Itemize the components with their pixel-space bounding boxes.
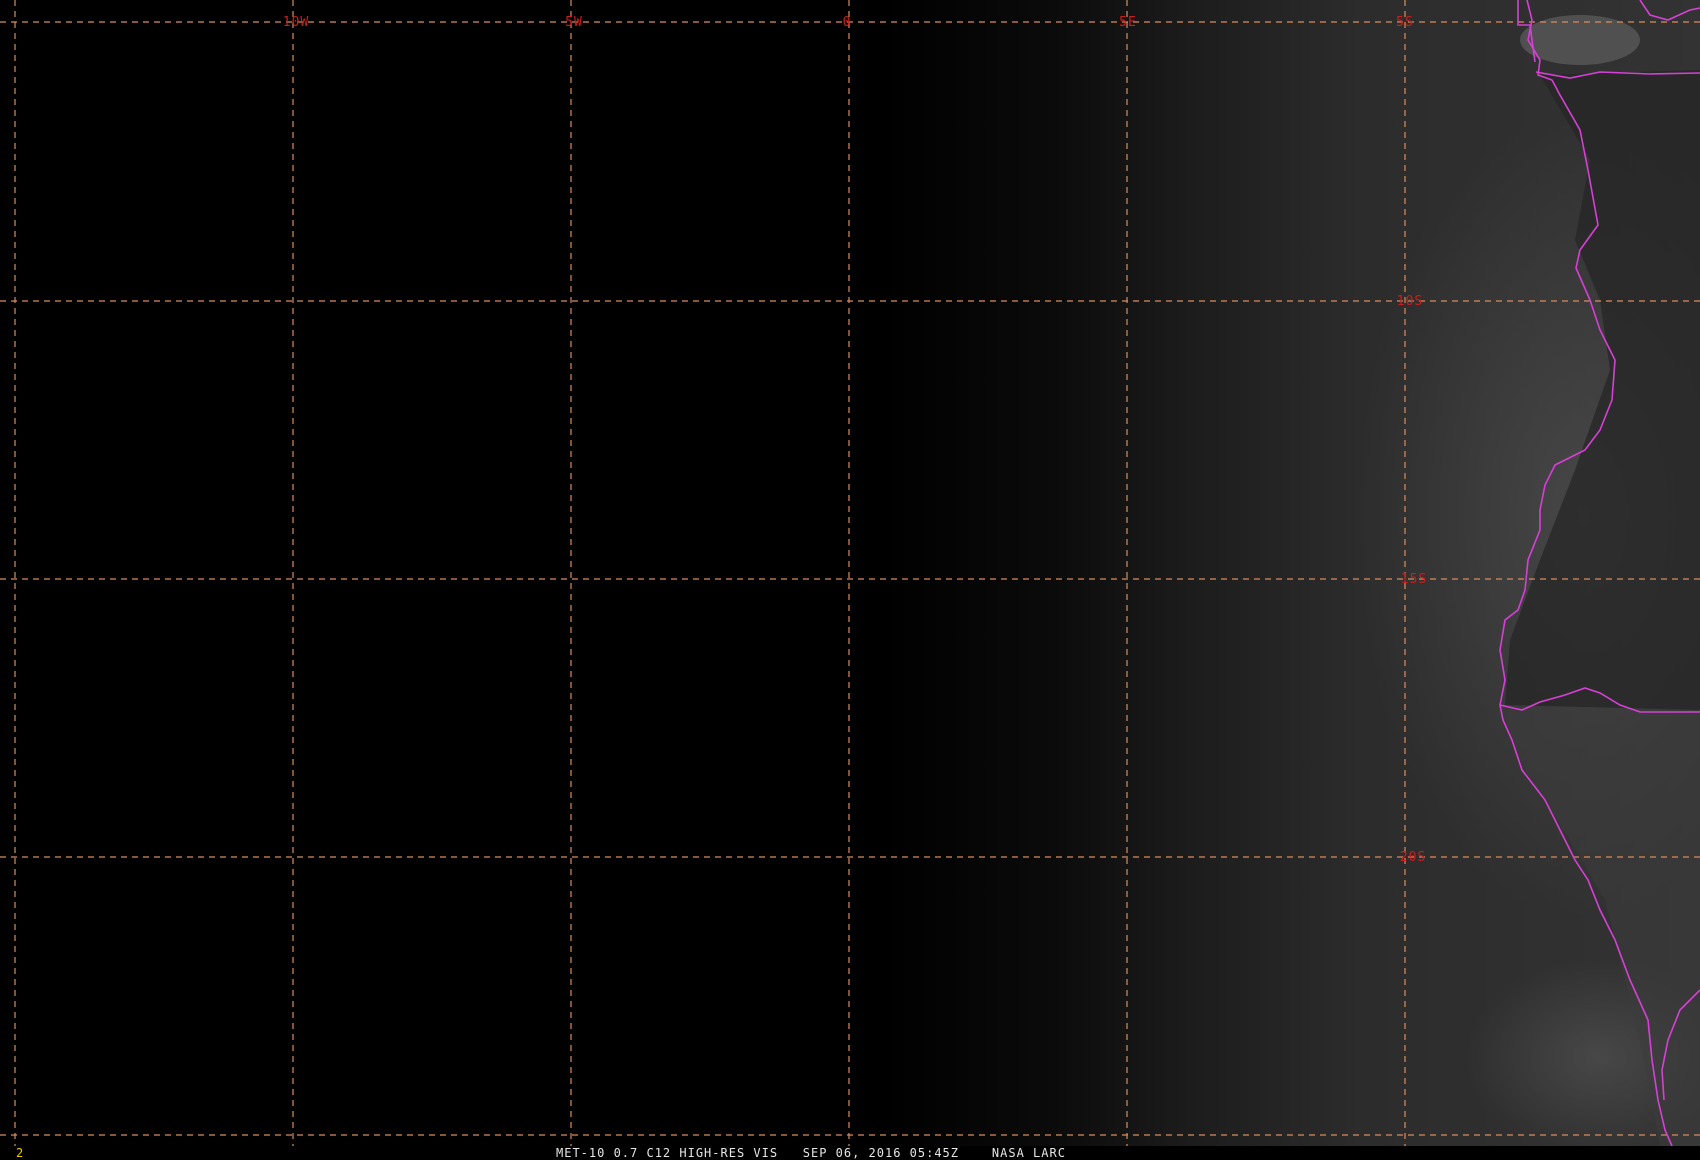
label-20s: 20S <box>1400 850 1426 865</box>
status-bar: 2 MET-10 0.7 C12 HIGH-RES VIS SEP 06, 20… <box>0 1146 1700 1160</box>
label-10w: 10W <box>283 15 309 30</box>
image-caption: MET-10 0.7 C12 HIGH-RES VIS SEP 06, 2016… <box>556 1146 1066 1160</box>
frame-number: 2 <box>16 1146 25 1160</box>
satellite-map: 10W 5W 0 5E 5S 10S 15S 20S <box>0 0 1700 1147</box>
label-5s: 5S <box>1396 15 1414 30</box>
label-5e: 5E <box>1119 15 1137 30</box>
label-15s: 15S <box>1401 572 1427 587</box>
label-0: 0 <box>843 15 852 30</box>
label-5w: 5W <box>565 15 583 30</box>
label-10s: 10S <box>1397 294 1423 309</box>
